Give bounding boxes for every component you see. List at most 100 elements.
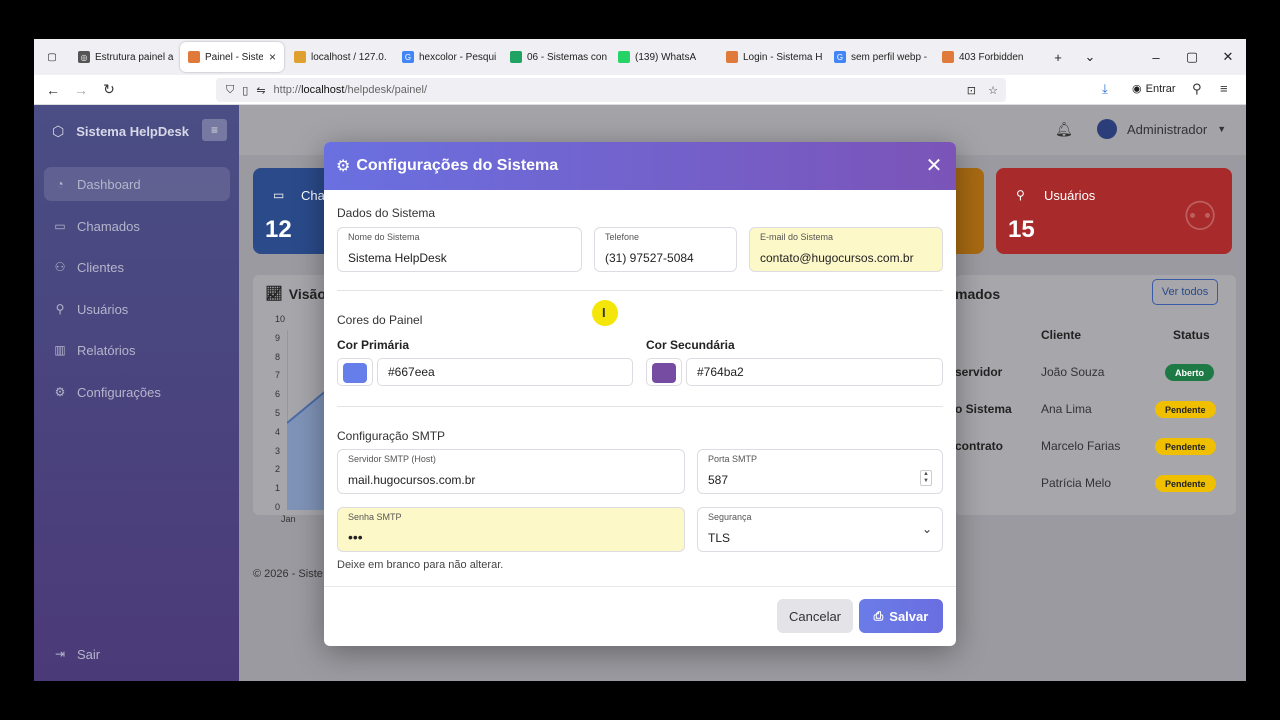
menu-toggle-icon[interactable]: ≡ bbox=[202, 119, 227, 141]
security-select[interactable]: Segurança TLS ⌄ bbox=[697, 507, 943, 552]
primary-color-input[interactable]: #667eea bbox=[377, 358, 633, 386]
browser-tab[interactable]: localhost / 127.0. bbox=[286, 42, 394, 72]
extensions-icon[interactable]: ⚲ bbox=[1192, 81, 1202, 97]
reload-icon[interactable]: ↻ bbox=[95, 76, 123, 104]
tab-close-icon[interactable]: × bbox=[269, 50, 276, 64]
primary-color-picker[interactable] bbox=[337, 358, 373, 386]
tab-list-chevron-icon[interactable]: ⌄ bbox=[1072, 39, 1108, 75]
secondary-color-input[interactable]: #764ba2 bbox=[686, 358, 943, 386]
browser-tab[interactable]: 403 Forbidden bbox=[934, 42, 1042, 72]
view-all-button[interactable]: Ver todos bbox=[1152, 279, 1218, 305]
users-bg-icon: ⚇ bbox=[1182, 195, 1218, 239]
modal-close-icon[interactable]: ✕ bbox=[922, 154, 946, 178]
reader-mode-icon[interactable]: ⊡ bbox=[967, 84, 976, 97]
tab-favicon-icon bbox=[942, 51, 954, 63]
tab-label: localhost / 127.0. bbox=[311, 51, 387, 63]
browser-address-bar: ← → ↻ ⛉ ▯ ⇋ http://localhost/helpdesk/pa… bbox=[34, 75, 1246, 105]
tab-overview-icon[interactable]: ▢ bbox=[34, 42, 70, 72]
sidebar-item-configuracoes[interactable]: ⚙ Configurações bbox=[44, 375, 230, 409]
status-badge: Pendente bbox=[1155, 438, 1216, 455]
stat-value: 12 bbox=[265, 216, 292, 243]
browser-tab[interactable]: (139) WhatsA bbox=[610, 42, 718, 72]
sidebar-item-relatorios[interactable]: ▥ Relatórios bbox=[44, 333, 230, 367]
gear-icon: ⚙ bbox=[54, 385, 66, 399]
smtp-port-field[interactable]: Porta SMTP 587 ▲ ▼ bbox=[697, 449, 943, 494]
browser-tab-bar: ▢ ◎ Estrutura painel a Painel - Sistem ×… bbox=[34, 39, 1246, 75]
cube-logo-icon: ⬡ bbox=[52, 123, 65, 139]
sidebar-item-logout[interactable]: ⇥ Sair bbox=[44, 637, 230, 671]
tab-label: Painel - Sistem bbox=[205, 51, 263, 63]
browser-tab[interactable]: 06 - Sistemas con bbox=[502, 42, 610, 72]
smtp-password-field[interactable]: Senha SMTP ••• bbox=[337, 507, 685, 552]
bar-chart-icon: ▥ bbox=[54, 343, 66, 357]
browser-tab[interactable]: G sem perfil webp - bbox=[826, 42, 934, 72]
tab-label: hexcolor - Pesqui bbox=[419, 51, 497, 63]
app-menu-icon[interactable]: ≡ bbox=[1220, 81, 1228, 96]
downloads-icon[interactable]: ⤓ bbox=[1102, 81, 1108, 97]
text-cursor-icon: I bbox=[602, 305, 606, 320]
bookmark-star-icon[interactable]: ☆ bbox=[988, 84, 998, 97]
tab-favicon-icon bbox=[188, 51, 200, 63]
users-icon: ⚇ bbox=[54, 260, 66, 274]
row-client: João Souza bbox=[1041, 365, 1105, 379]
smtp-host-field[interactable]: Servidor SMTP (Host) mail.hugocursos.com… bbox=[337, 449, 685, 494]
account-button[interactable]: ◉ Entrar bbox=[1132, 82, 1176, 96]
chart-title: 📈︎ Visão bbox=[265, 285, 326, 302]
tab-label: sem perfil webp - bbox=[851, 51, 928, 63]
sidebar-item-usuarios[interactable]: ⚲ Usuários bbox=[44, 292, 230, 326]
system-name-field[interactable]: Nome do Sistema Sistema HelpDesk bbox=[337, 227, 582, 272]
forward-arrow-icon[interactable]: → bbox=[67, 76, 95, 104]
modal-header: ⚙ Configurações do Sistema ✕ bbox=[324, 142, 956, 190]
row-subject: contrato bbox=[955, 439, 1003, 453]
recent-tickets-title: mados bbox=[955, 286, 1001, 302]
phone-field[interactable]: Telefone (31) 97527-5084 bbox=[594, 227, 737, 272]
chart-y-tick: 0 bbox=[275, 502, 281, 512]
row-subject: o Sistema bbox=[955, 402, 1012, 416]
ticket-icon: ▭ bbox=[54, 219, 66, 233]
system-email-field[interactable]: E-mail do Sistema contato@hugocursos.com… bbox=[749, 227, 943, 272]
row-subject: servidor bbox=[955, 365, 1003, 379]
row-client: Marcelo Farias bbox=[1041, 439, 1121, 453]
sidebar-item-label: Chamados bbox=[77, 218, 140, 234]
number-spinner-icon[interactable]: ▲ ▼ bbox=[920, 470, 932, 486]
user-menu[interactable]: Administrador ▼ bbox=[1097, 119, 1226, 139]
sidebar-item-clientes[interactable]: ⚇ Clientes bbox=[44, 250, 230, 284]
sidebar-item-label: Dashboard bbox=[77, 176, 141, 192]
cancel-button[interactable]: Cancelar bbox=[777, 599, 853, 633]
maximize-icon[interactable]: ▢ bbox=[1174, 39, 1210, 75]
minimize-icon[interactable]: – bbox=[1138, 39, 1174, 75]
account-label: Entrar bbox=[1145, 82, 1176, 95]
browser-tab[interactable]: G hexcolor - Pesqui bbox=[394, 42, 502, 72]
url-input[interactable]: ⛉ ▯ ⇋ http://localhost/helpdesk/painel/ … bbox=[216, 78, 1006, 102]
sidebar-item-label: Sair bbox=[77, 646, 101, 662]
browser-tab[interactable]: ◎ Estrutura painel a bbox=[70, 42, 178, 72]
chart-x-tick: Jan bbox=[281, 514, 296, 524]
chart-y-tick: 2 bbox=[275, 464, 281, 475]
window-close-icon[interactable]: ✕ bbox=[1210, 39, 1246, 75]
chevron-down-icon: ⌄ bbox=[921, 522, 932, 536]
browser-tab-active[interactable]: Painel - Sistem × bbox=[180, 42, 284, 72]
status-badge: Pendente bbox=[1155, 475, 1216, 492]
caret-down-icon: ▼ bbox=[1217, 124, 1227, 134]
sidebar-item-chamados[interactable]: ▭ Chamados bbox=[44, 209, 230, 243]
bell-icon[interactable]: 🔔︎ bbox=[1055, 121, 1073, 138]
brand: ⬡ Sistema HelpDesk bbox=[52, 123, 189, 140]
sidebar-item-dashboard[interactable]: ◔ Dashboard bbox=[44, 167, 230, 201]
new-tab-icon[interactable]: + bbox=[1040, 39, 1076, 75]
chart-y-tick: 9 bbox=[275, 332, 281, 343]
user-name: Administrador bbox=[1127, 121, 1208, 137]
tab-label: Login - Sistema H bbox=[743, 51, 823, 63]
browser-tab[interactable]: Login - Sistema H bbox=[718, 42, 826, 72]
secondary-color-picker[interactable] bbox=[646, 358, 682, 386]
password-help-text: Deixe em branco para não alterar. bbox=[337, 559, 504, 571]
back-arrow-icon[interactable]: ← bbox=[39, 76, 67, 104]
save-button[interactable]: ⎙ Salvar bbox=[859, 599, 943, 633]
secondary-color-label: Cor Secundária bbox=[646, 338, 735, 352]
save-icon: ⎙ bbox=[873, 608, 884, 623]
google-icon: G bbox=[402, 51, 414, 63]
chart-y-tick: 3 bbox=[275, 445, 281, 456]
tab-label: Estrutura painel a bbox=[95, 51, 174, 63]
chart-area-fill bbox=[287, 390, 327, 510]
permissions-icon: ⇋ bbox=[256, 84, 266, 97]
stat-card-usuarios: ⚲ Usuários 15 ⚇ bbox=[996, 168, 1232, 254]
